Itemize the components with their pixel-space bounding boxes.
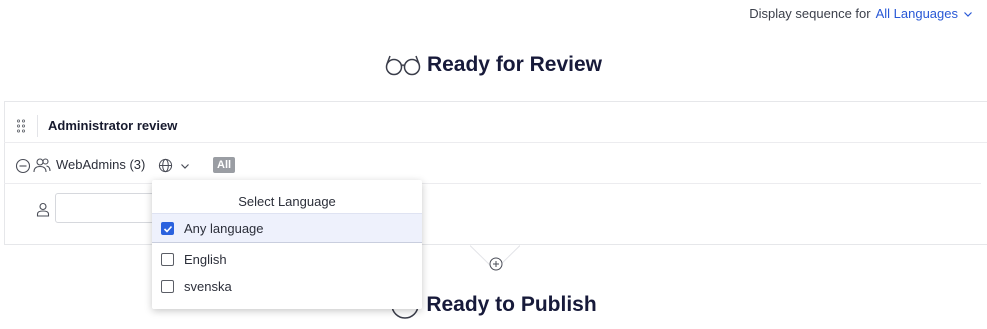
- people-icon: [33, 158, 51, 173]
- checkbox[interactable]: [161, 252, 174, 266]
- display-sequence-label: Display sequence for: [749, 6, 871, 21]
- step-name[interactable]: Administrator review: [48, 118, 177, 133]
- chevron-down-icon[interactable]: [180, 161, 190, 171]
- stage-review-header: Ready for Review: [0, 53, 987, 77]
- drag-handle-icon[interactable]: [16, 119, 26, 133]
- globe-icon[interactable]: [158, 158, 173, 173]
- stage-review-title: Ready for Review: [426, 53, 603, 76]
- option-label: Any language: [184, 220, 264, 236]
- language-sequence-dropdown[interactable]: All Languages: [876, 6, 958, 21]
- display-sequence-selector: Display sequence for All Languages: [749, 6, 973, 21]
- option-label: English: [184, 251, 227, 267]
- language-dropdown: Select Language Any language English sve…: [152, 180, 422, 309]
- language-option-english[interactable]: English: [152, 244, 422, 274]
- stage-publish-header: Ready to Publish: [0, 290, 987, 320]
- language-option-any[interactable]: Any language: [152, 213, 422, 243]
- reviewer-group-name: WebAdmins (3): [56, 157, 146, 172]
- checkbox[interactable]: [161, 279, 174, 293]
- checkbox-checked[interactable]: [161, 221, 174, 235]
- collapse-minus-icon[interactable]: [15, 158, 31, 174]
- check-icon: [163, 225, 173, 233]
- reviewer-group-row: [4, 144, 981, 184]
- add-reviewer-input[interactable]: [55, 193, 165, 223]
- dropdown-title: Select Language: [238, 194, 336, 209]
- add-circle-icon[interactable]: [489, 257, 503, 271]
- language-badge: All: [213, 157, 236, 173]
- option-label: svenska: [184, 278, 232, 294]
- glasses-icon: [385, 55, 421, 76]
- header-divider: [37, 115, 38, 137]
- language-option-svenska[interactable]: svenska: [152, 271, 422, 301]
- chevron-down-icon[interactable]: [963, 9, 973, 19]
- user-icon: [36, 202, 50, 217]
- stage-publish-title: Ready to Publish: [426, 293, 597, 316]
